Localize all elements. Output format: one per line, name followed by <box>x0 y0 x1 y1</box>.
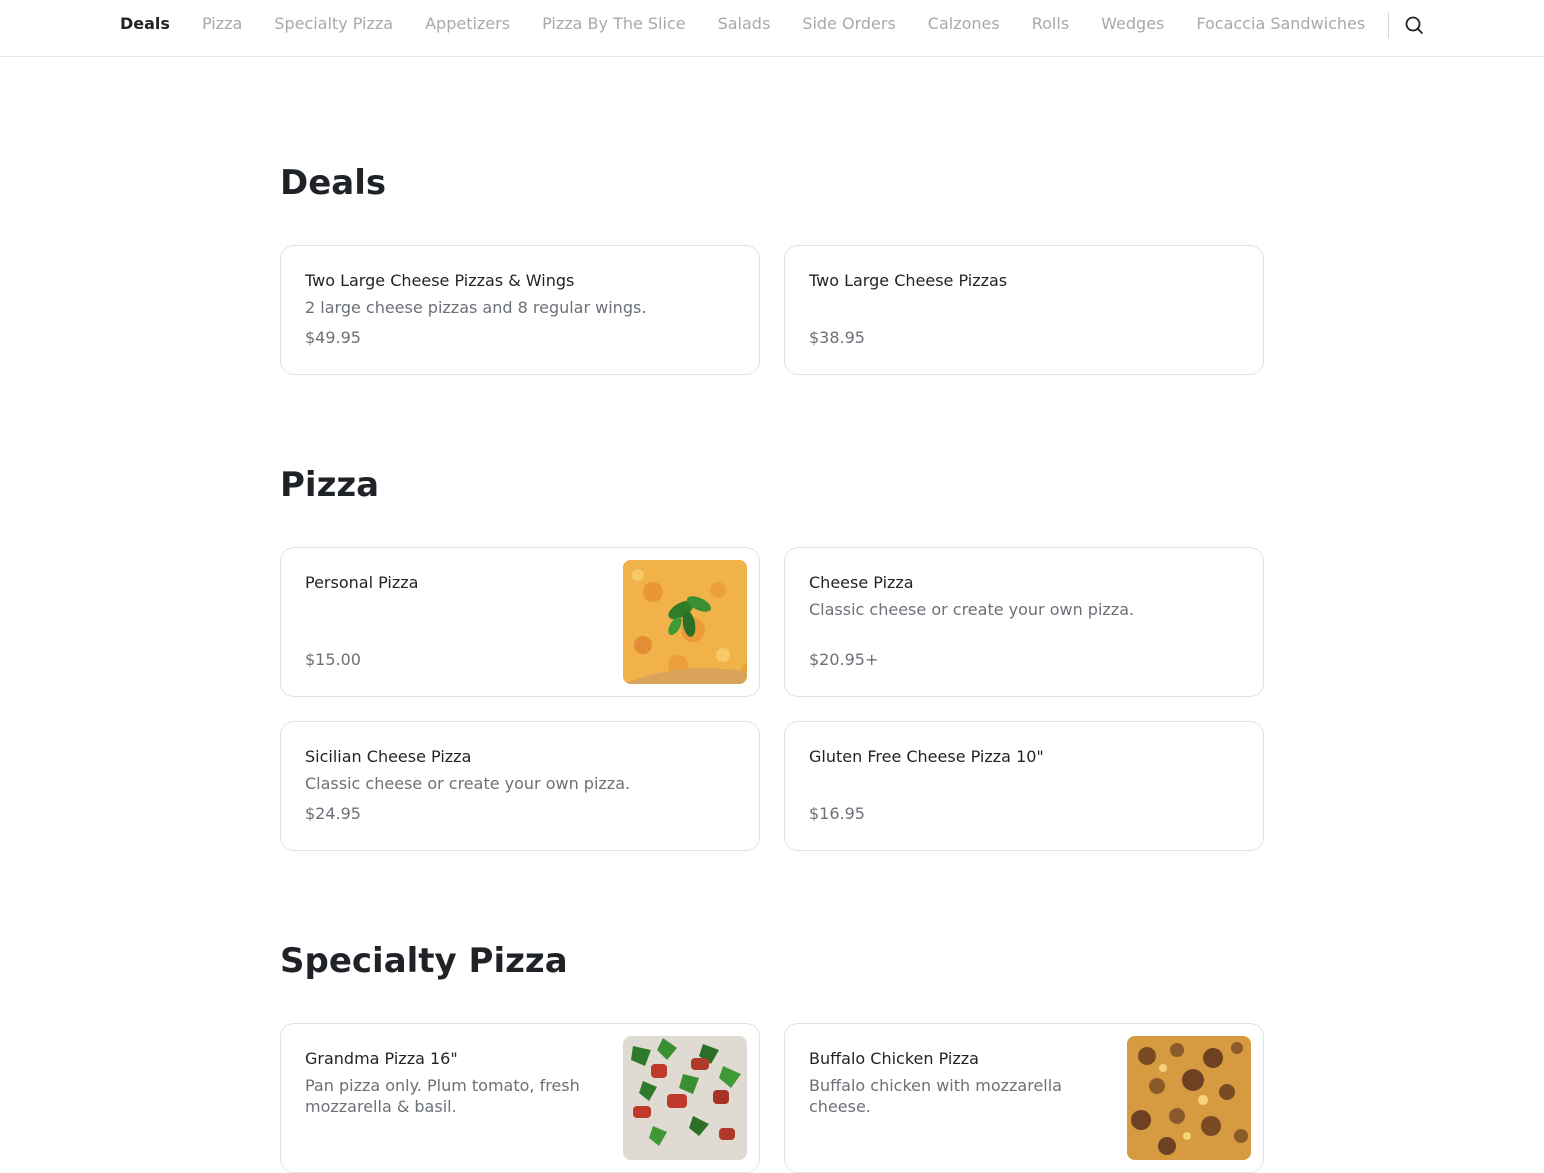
nav-item-specialty-pizza[interactable]: Specialty Pizza <box>274 13 393 35</box>
buffalo-chicken-pizza-photo <box>1127 1036 1251 1160</box>
nav-item-wedges[interactable]: Wedges <box>1101 13 1164 35</box>
nav-item-pizza-by-the-slice[interactable]: Pizza By The Slice <box>542 13 686 35</box>
menu-item-card[interactable]: Sicilian Cheese Pizza Classic cheese or … <box>280 721 760 851</box>
menu-item-card[interactable]: Two Large Cheese Pizzas & Wings 2 large … <box>280 245 760 375</box>
menu-item-name: Sicilian Cheese Pizza <box>305 747 472 766</box>
nav-item-focaccia-sandwiches[interactable]: Focaccia Sandwiches <box>1196 13 1365 35</box>
menu-item-card[interactable]: Buffalo Chicken Pizza Buffalo chicken wi… <box>784 1023 1264 1173</box>
menu-item-description: Buffalo chicken with mozzarella cheese. <box>809 1076 1062 1116</box>
section-title-specialty-pizza: Specialty Pizza <box>280 941 568 981</box>
search-icon <box>1405 16 1423 34</box>
search-button[interactable] <box>1402 13 1426 37</box>
nav-item-calzones[interactable]: Calzones <box>928 13 1000 35</box>
nav-divider <box>1388 12 1389 38</box>
menu-item-name: Two Large Cheese Pizzas & Wings <box>305 271 575 290</box>
nav-item-deals[interactable]: Deals <box>120 13 170 35</box>
menu-item-name: Buffalo Chicken Pizza <box>809 1049 979 1068</box>
menu-item-price: $49.95 <box>305 328 361 347</box>
menu-item-card[interactable]: Personal Pizza $15.00 <box>280 547 760 697</box>
menu-item-price: $20.95+ <box>809 650 879 669</box>
menu-item-card[interactable]: Gluten Free Cheese Pizza 10" $16.95 <box>784 721 1264 851</box>
category-nav-items: Deals Pizza Specialty Pizza Appetizers P… <box>120 13 1365 35</box>
nav-item-side-orders[interactable]: Side Orders <box>802 13 896 35</box>
menu-item-price: $24.95 <box>305 804 361 823</box>
nav-item-pizza[interactable]: Pizza <box>202 13 242 35</box>
nav-item-rolls[interactable]: Rolls <box>1032 13 1069 35</box>
menu-item-price: $16.95 <box>809 804 865 823</box>
menu-item-card[interactable]: Grandma Pizza 16" Pan pizza only. Plum t… <box>280 1023 760 1173</box>
menu-item-description: Classic cheese or create your own pizza. <box>305 774 631 793</box>
cheese-pizza-with-basil-photo <box>623 560 747 684</box>
menu-item-name: Grandma Pizza 16" <box>305 1049 458 1068</box>
menu-item-name: Gluten Free Cheese Pizza 10" <box>809 747 1044 766</box>
menu-item-name: Cheese Pizza <box>809 573 914 592</box>
menu-item-name: Two Large Cheese Pizzas <box>809 271 1008 290</box>
grandma-pizza-photo <box>623 1036 747 1160</box>
nav-item-salads[interactable]: Salads <box>718 13 771 35</box>
section-title-deals: Deals <box>280 163 387 203</box>
menu-item-card[interactable]: Cheese Pizza Classic cheese or create yo… <box>784 547 1264 697</box>
menu-item-description: 2 large cheese pizzas and 8 regular wing… <box>305 298 647 317</box>
nav-item-appetizers[interactable]: Appetizers <box>425 13 510 35</box>
menu-item-description: Classic cheese or create your own pizza. <box>809 600 1135 619</box>
menu-item-description: Pan pizza only. Plum tomato, fresh mozza… <box>305 1076 580 1116</box>
menu-item-name: Personal Pizza <box>305 573 419 592</box>
menu-item-card[interactable]: Two Large Cheese Pizzas $38.95 <box>784 245 1264 375</box>
menu-item-price: $15.00 <box>305 650 361 669</box>
menu-item-price: $38.95 <box>809 328 865 347</box>
category-nav: Deals Pizza Specialty Pizza Appetizers P… <box>0 0 1544 57</box>
section-title-pizza: Pizza <box>280 465 380 505</box>
